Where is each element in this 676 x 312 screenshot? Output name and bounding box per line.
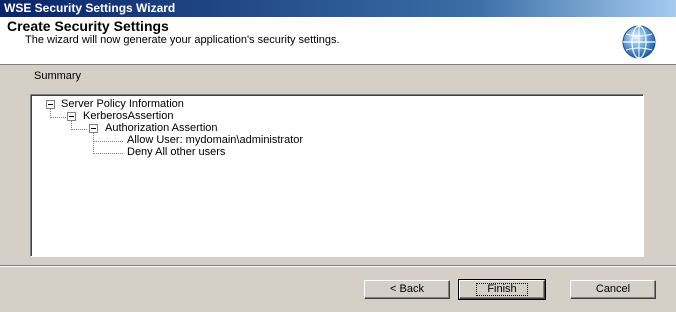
- globe-icon: [622, 25, 656, 59]
- finish-button-label: Finish: [476, 283, 528, 296]
- summary-label: Summary: [34, 70, 82, 82]
- back-button-label: < Back: [390, 283, 424, 295]
- cancel-button-label: Cancel: [595, 283, 631, 295]
- finish-button[interactable]: Finish: [458, 279, 546, 300]
- tree-node-deny-all[interactable]: Deny All other users: [127, 146, 225, 159]
- window-titlebar[interactable]: WSE Security Settings Wizard: [0, 0, 676, 17]
- back-button[interactable]: < Back: [364, 280, 450, 299]
- collapse-icon[interactable]: [46, 100, 55, 109]
- collapse-icon[interactable]: [89, 124, 98, 133]
- tree-line: [93, 141, 123, 142]
- tree-line: [50, 117, 66, 118]
- page-title: Create Security Settings: [7, 18, 169, 34]
- wizard-header: Create Security Settings The wizard will…: [0, 17, 676, 65]
- cancel-button[interactable]: Cancel: [570, 280, 656, 299]
- window-title: WSE Security Settings Wizard: [4, 1, 176, 15]
- tree-line: [93, 153, 123, 154]
- collapse-icon[interactable]: [67, 112, 76, 121]
- tree-line: [93, 132, 94, 154]
- tree-line: [71, 129, 87, 130]
- page-subtitle: The wizard will now generate your applic…: [25, 34, 340, 46]
- summary-tree[interactable]: Server Policy Information KerberosAssert…: [30, 94, 644, 257]
